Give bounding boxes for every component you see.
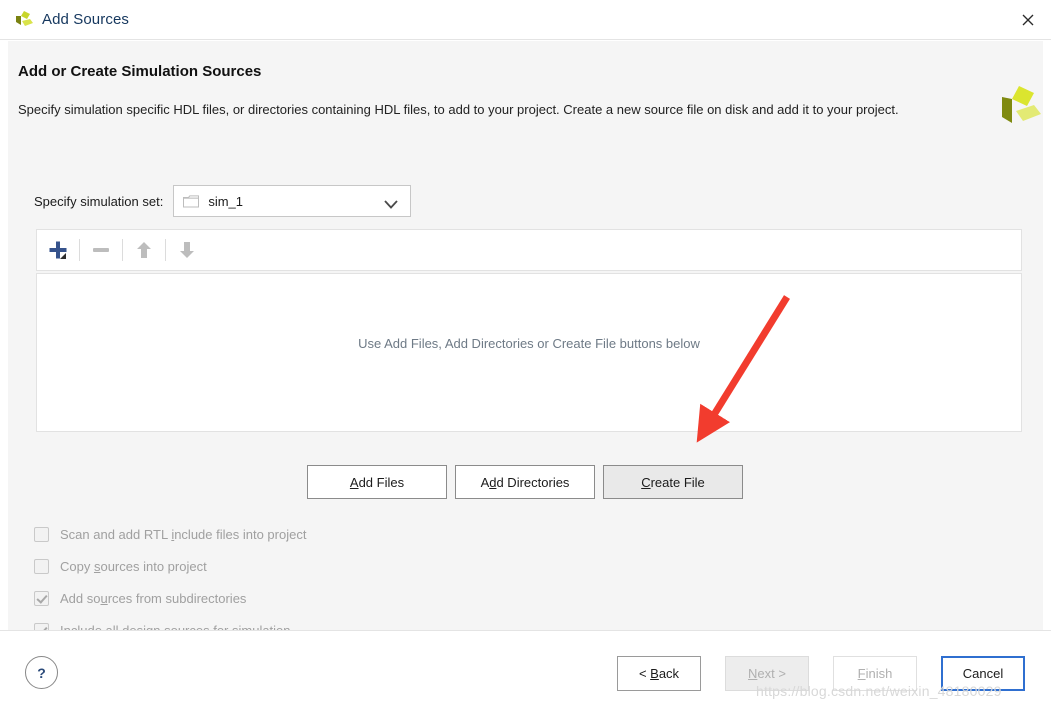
dialog-footer: ? < Back Next > Finish Cancel xyxy=(0,630,1051,715)
source-options-list: Scan and add RTL include files into proj… xyxy=(34,518,306,646)
file-list-toolbar xyxy=(36,229,1022,271)
remove-source-minus-button[interactable] xyxy=(80,230,122,270)
checkbox-label: Copy sources into project xyxy=(60,558,207,574)
move-down-button[interactable] xyxy=(166,230,208,270)
simulation-set-label: Specify simulation set: xyxy=(34,193,164,209)
add-directories-button[interactable]: Add Directories xyxy=(455,465,595,499)
move-up-button[interactable] xyxy=(123,230,165,270)
add-files-button[interactable]: Add Files xyxy=(307,465,447,499)
checkbox-box xyxy=(34,526,49,542)
source-file-list[interactable]: Use Add Files, Add Directories or Create… xyxy=(36,273,1022,432)
checkbox-label: Add sources from subdirectories xyxy=(60,590,247,606)
empty-list-message: Use Add Files, Add Directories or Create… xyxy=(358,336,700,351)
window-title: Add Sources xyxy=(42,11,129,28)
scan-rtl-include-checkbox[interactable]: Scan and add RTL include files into proj… xyxy=(34,518,306,550)
folder-icon xyxy=(183,194,200,208)
source-action-buttons: Add Files Add Directories Create File xyxy=(307,465,743,499)
simulation-set-dropdown[interactable]: sim_1 xyxy=(173,185,412,217)
page-title: Add or Create Simulation Sources xyxy=(18,63,262,80)
vivado-logo-icon xyxy=(13,9,35,31)
copy-sources-checkbox[interactable]: Copy sources into project xyxy=(34,550,306,582)
back-button[interactable]: < Back xyxy=(617,656,701,691)
watermark-text: https://blog.csdn.net/weixin_48180029 xyxy=(756,683,1002,699)
create-file-button[interactable]: Create File xyxy=(603,465,743,499)
simulation-set-row: Specify simulation set: sim_1 xyxy=(34,185,412,217)
help-button[interactable]: ? xyxy=(25,656,58,689)
window-title-bar: Add Sources xyxy=(0,0,1051,40)
add-sources-subdirectories-checkbox[interactable]: Add sources from subdirectories xyxy=(34,582,306,614)
checkbox-box xyxy=(34,558,49,574)
dialog-content-panel: Add or Create Simulation Sources Specify… xyxy=(8,41,1043,638)
xilinx-logo-icon xyxy=(994,83,1042,131)
add-source-plus-button[interactable] xyxy=(37,230,79,270)
close-icon[interactable] xyxy=(1005,0,1051,39)
chevron-down-icon xyxy=(384,197,399,212)
checkbox-label: Scan and add RTL include files into proj… xyxy=(60,526,307,542)
checkbox-box xyxy=(34,590,49,606)
simulation-set-value: sim_1 xyxy=(208,193,244,209)
page-description: Specify simulation specific HDL files, o… xyxy=(18,102,899,117)
